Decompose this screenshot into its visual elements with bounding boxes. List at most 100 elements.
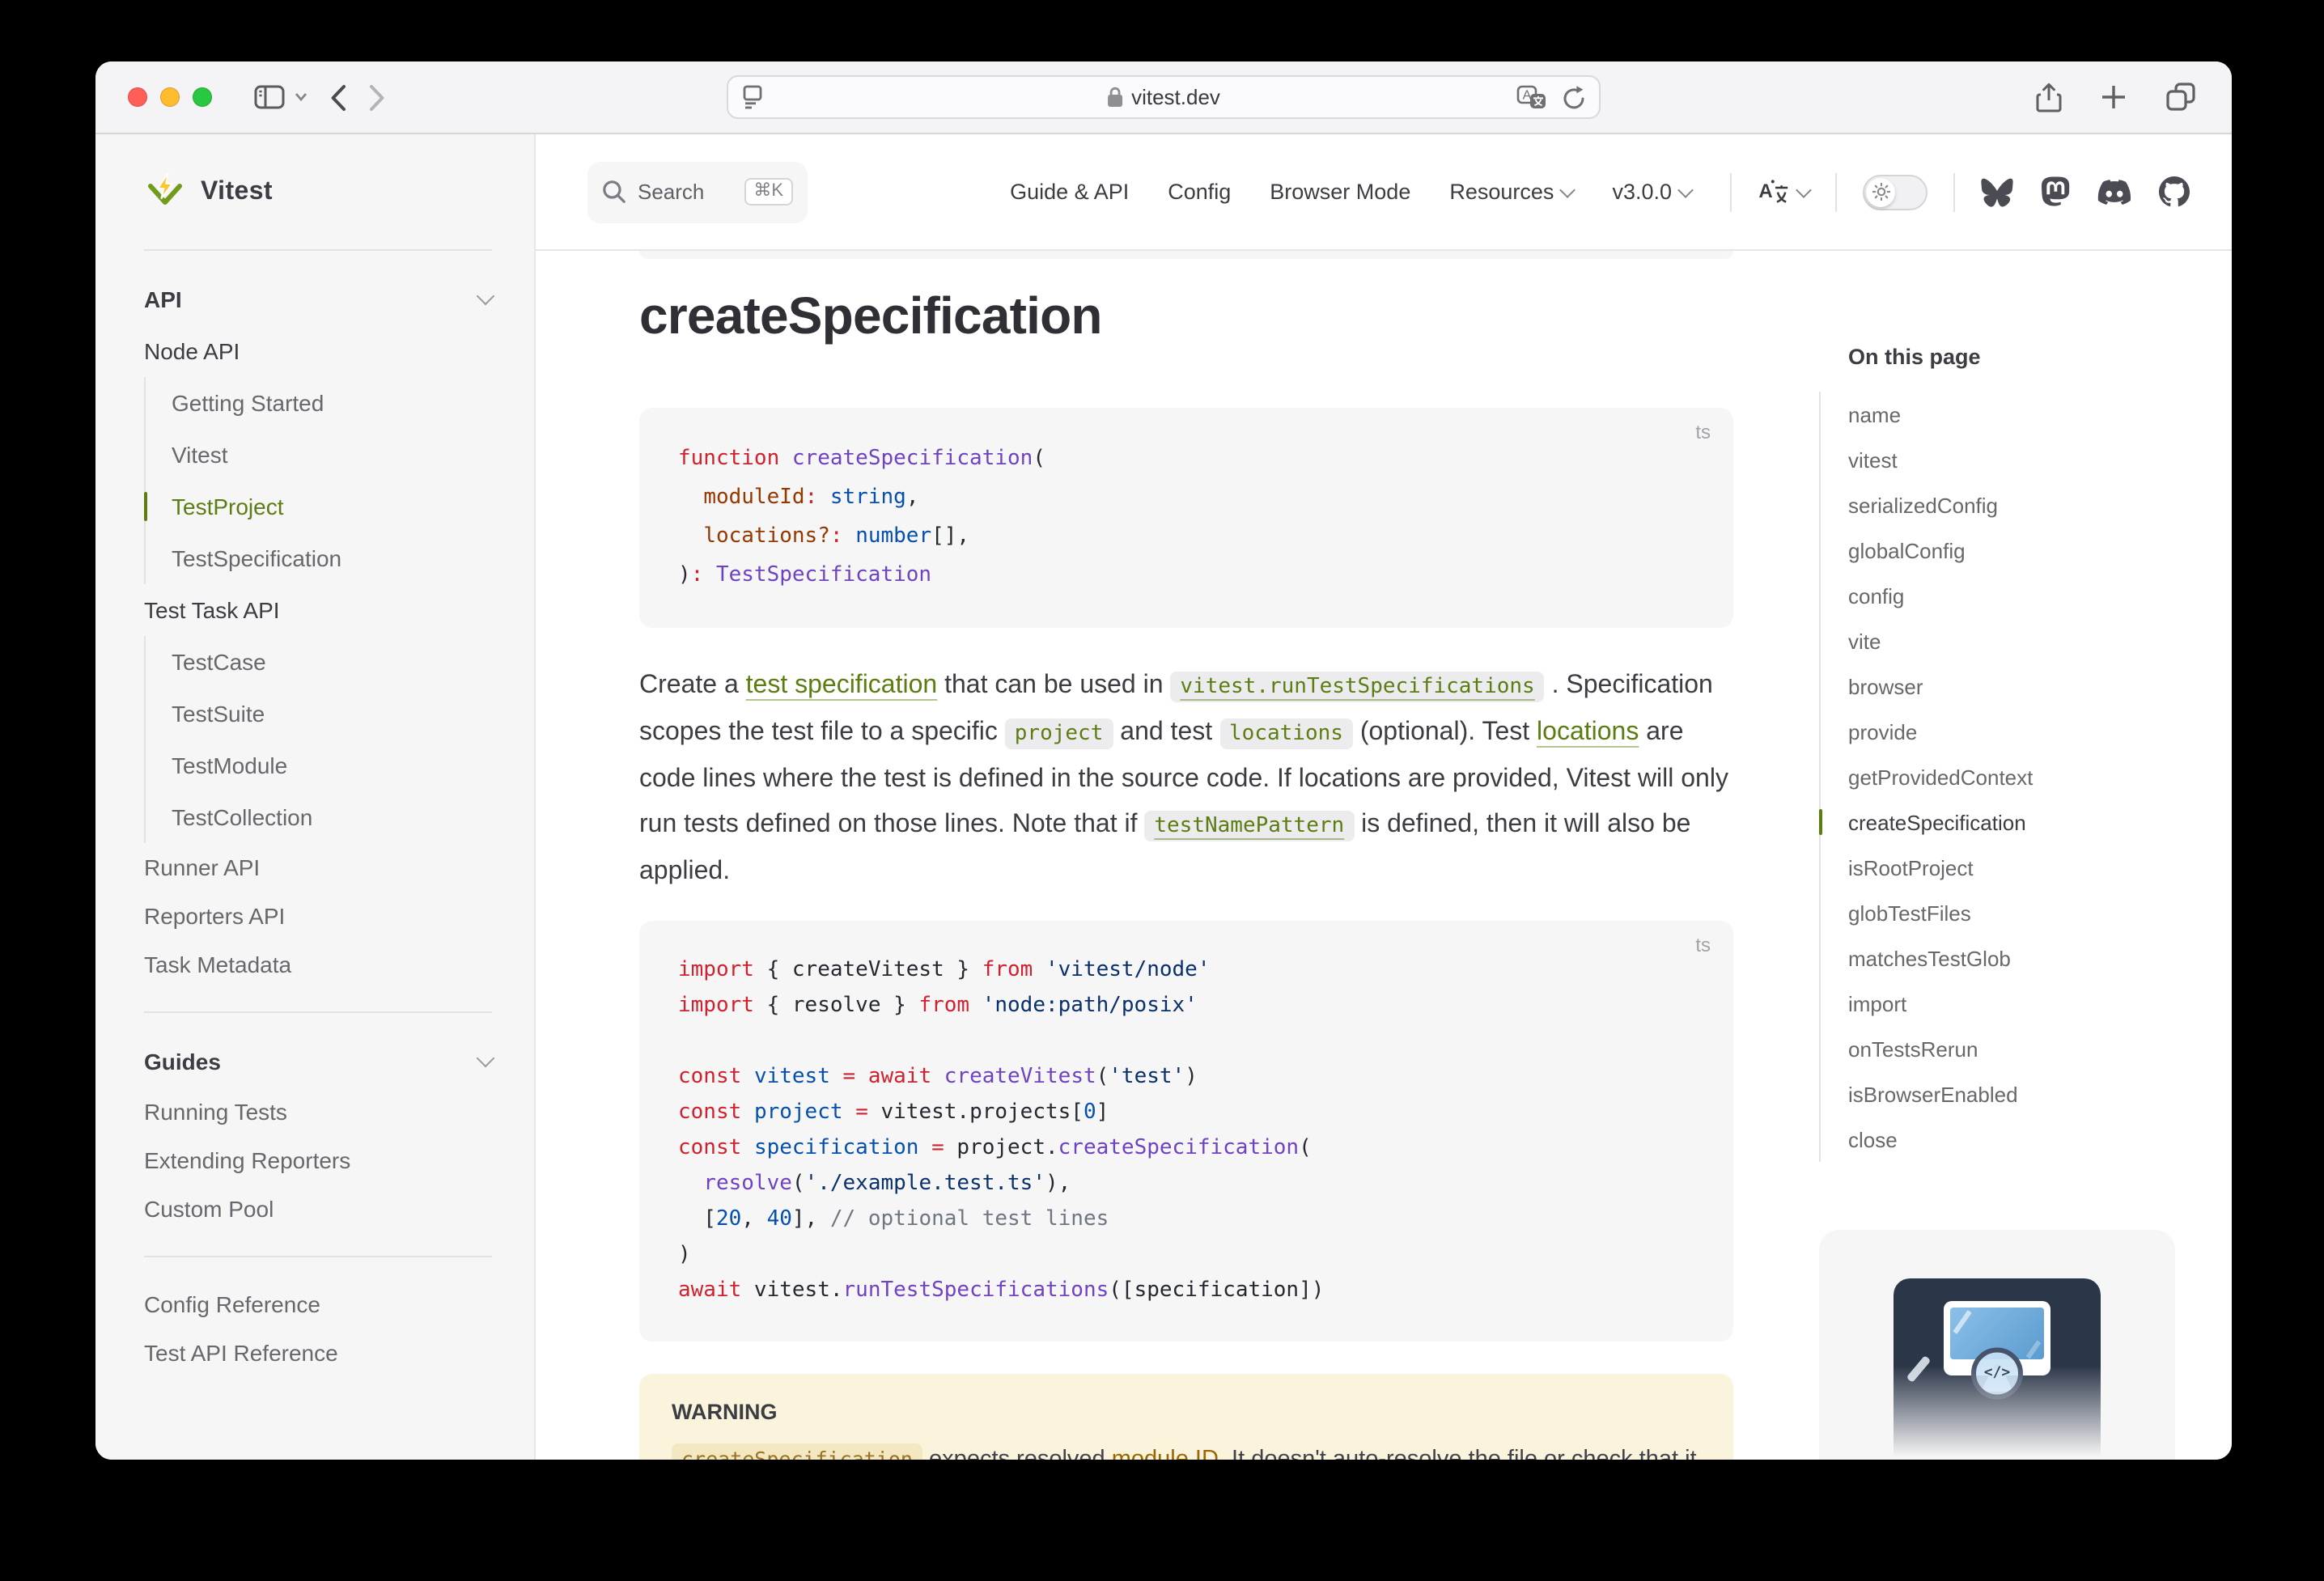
active-toc-marker — [1819, 809, 1822, 835]
mastodon-icon[interactable] — [2041, 176, 2070, 207]
inline-link-vitest-runtestspecifications[interactable]: vitest.runTestSpecifications — [1170, 672, 1544, 702]
traffic-lights — [128, 87, 212, 107]
browser-window: vitest.dev A — [95, 61, 2232, 1460]
lock-icon — [1107, 87, 1123, 108]
divider — [1730, 172, 1732, 211]
address-bar[interactable]: vitest.dev A — [727, 75, 1601, 119]
code-line: import { resolve } from 'node:path/posix… — [678, 989, 1694, 1024]
previous-codeblock-remnant — [639, 251, 1733, 259]
sidebar-item-reporters-api[interactable]: Reporters API — [144, 892, 492, 940]
sun-icon — [1872, 183, 1889, 201]
close-window-button[interactable] — [128, 87, 147, 107]
outline-list: namevitestserializedConfigglobalConfigco… — [1819, 392, 2232, 1162]
sidebar-item-node-api[interactable]: Node API — [144, 325, 492, 377]
language-menu[interactable]: A — [1758, 178, 1809, 206]
sidebar-item-getting-started[interactable]: Getting Started — [172, 377, 492, 429]
sidebar-item-runner-api[interactable]: Runner API — [144, 843, 492, 892]
nav-link-browser-mode[interactable]: Browser Mode — [1270, 180, 1410, 204]
chevron-down-icon — [1796, 181, 1812, 197]
inline-link-testnamepattern[interactable]: testNamePattern — [1144, 811, 1354, 841]
discord-icon[interactable] — [2097, 179, 2131, 205]
toc-item-vitest[interactable]: vitest — [1848, 437, 2232, 482]
sidebar-item-testmodule[interactable]: TestModule — [172, 740, 492, 791]
inline-link-module-id[interactable]: module ID — [1112, 1447, 1219, 1460]
tab-overview-icon[interactable] — [2165, 83, 2196, 112]
toc-item-ontestsrerun[interactable]: onTestsRerun — [1848, 1026, 2232, 1071]
nav-link-guide-api[interactable]: Guide & API — [1010, 180, 1129, 204]
forward-button[interactable] — [369, 83, 385, 111]
new-tab-icon[interactable] — [2101, 84, 2127, 110]
sidebar-nav: APINode APIGetting StartedVitestTestProj… — [95, 251, 534, 1377]
site-title: Vitest — [201, 178, 273, 207]
search-button[interactable]: Search ⌘K — [587, 161, 808, 223]
code-line — [678, 1024, 1694, 1060]
toc-item-getprovidedcontext[interactable]: getProvidedContext — [1848, 754, 2232, 799]
sponsor-card[interactable]: </> — [1819, 1230, 2175, 1460]
warning-body: createSpecification expects resolved mod… — [672, 1439, 1701, 1460]
toc-item-vite[interactable]: vite — [1848, 618, 2232, 663]
sidebar-item-running-tests[interactable]: Running Tests — [144, 1087, 492, 1136]
toc-item-isrootproject[interactable]: isRootProject — [1848, 845, 2232, 890]
toc-item-createspecification[interactable]: createSpecification — [1848, 799, 2232, 845]
sidebar-toggle-icon[interactable] — [254, 84, 307, 110]
sidebar-item-test-task-api[interactable]: Test Task API — [144, 584, 492, 636]
code-line: import { createVitest } from 'vitest/nod… — [678, 953, 1694, 989]
inline-link-test-specification[interactable]: test specification — [746, 672, 938, 699]
zoom-window-button[interactable] — [193, 87, 212, 107]
inline-code-createspecification: createSpecification — [672, 1443, 922, 1460]
toc-item-globtestfiles[interactable]: globTestFiles — [1848, 890, 2232, 935]
nav-dropdown-v3-0-0[interactable]: v3.0.0 — [1612, 180, 1691, 204]
code-line: const project = vitest.projects[0] — [678, 1096, 1694, 1131]
sidebar-item-test-api-reference[interactable]: Test API Reference — [144, 1329, 492, 1377]
svg-text:A: A — [1758, 180, 1772, 202]
sidebar-item-api[interactable]: API — [144, 273, 492, 325]
sidebar-item-testcollection[interactable]: TestCollection — [172, 791, 492, 843]
sidebar-item-testspecification[interactable]: TestSpecification — [172, 532, 492, 584]
toc-item-import[interactable]: import — [1848, 981, 2232, 1026]
toc-item-name[interactable]: name — [1848, 392, 2232, 437]
sidebar-item-task-metadata[interactable]: Task Metadata — [144, 940, 492, 989]
search-icon — [602, 180, 626, 204]
code-line: [20, 40], // optional test lines — [678, 1202, 1694, 1238]
toc-item-serializedconfig[interactable]: serializedConfig — [1848, 482, 2232, 528]
share-icon[interactable] — [2036, 82, 2062, 112]
magnifier-code-icon: </> — [1971, 1347, 2023, 1399]
code-lang-badge: ts — [1695, 934, 1711, 956]
sidebar-item-vitest[interactable]: Vitest — [172, 429, 492, 481]
toc-item-globalconfig[interactable]: globalConfig — [1848, 528, 2232, 573]
toc-item-matchestestglob[interactable]: matchesTestGlob — [1848, 935, 2232, 981]
sidebar-item-testcase[interactable]: TestCase — [172, 636, 492, 688]
inline-link-locations[interactable]: locations — [1537, 718, 1639, 746]
toc-item-browser[interactable]: browser — [1848, 663, 2232, 709]
sidebar-item-config-reference[interactable]: Config Reference — [144, 1280, 492, 1329]
sidebar-item-guides[interactable]: Guides — [144, 1036, 492, 1087]
vitest-logo-icon — [144, 172, 186, 214]
code-line: const vitest = await createVitest('test'… — [678, 1060, 1694, 1096]
site-logo[interactable]: Vitest — [95, 134, 534, 251]
toc-item-config[interactable]: config — [1848, 573, 2232, 618]
outline-title: On this page — [1848, 345, 2232, 369]
code-line: function createSpecification( — [678, 440, 1694, 479]
page-title: createSpecification — [639, 282, 1733, 350]
sidebar-item-testsuite[interactable]: TestSuite — [172, 688, 492, 740]
toc-item-provide[interactable]: provide — [1848, 709, 2232, 754]
reader-view-icon[interactable] — [741, 85, 764, 109]
code-lang-badge: ts — [1695, 421, 1711, 443]
nav-dropdown-resources[interactable]: Resources — [1449, 180, 1573, 204]
reload-icon[interactable] — [1562, 84, 1586, 110]
minimize-window-button[interactable] — [160, 87, 180, 107]
translate-icon: A — [1758, 178, 1790, 206]
sidebar-item-extending-reporters[interactable]: Extending Reporters — [144, 1136, 492, 1185]
bluesky-icon[interactable] — [1981, 177, 2013, 206]
sidebar-item-testproject[interactable]: TestProject — [172, 481, 492, 532]
nav-link-config[interactable]: Config — [1168, 180, 1231, 204]
toc-item-close[interactable]: close — [1848, 1117, 2232, 1162]
theme-toggle[interactable] — [1863, 174, 1927, 210]
back-button[interactable] — [330, 83, 346, 111]
github-icon[interactable] — [2159, 176, 2190, 207]
nav-links: Guide & API Config Browser Mode Resources v3… — [1010, 180, 1691, 204]
translate-page-icon[interactable]: A — [1516, 84, 1547, 110]
doc-content: createSpecification ts function createSp… — [536, 251, 2232, 1460]
toc-item-isbrowserenabled[interactable]: isBrowserEnabled — [1848, 1071, 2232, 1117]
sidebar-item-custom-pool[interactable]: Custom Pool — [144, 1185, 492, 1233]
